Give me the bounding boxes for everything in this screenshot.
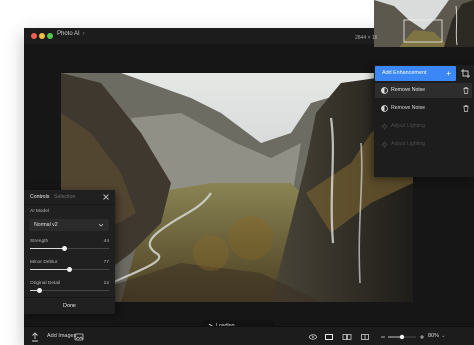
tab-selection[interactable]: Selection	[54, 190, 75, 204]
close-icon[interactable]	[102, 193, 110, 201]
done-button[interactable]: Done	[24, 297, 115, 314]
zoom-level[interactable]: 80% ⌄	[428, 330, 446, 342]
ai-model-label: AI Model	[30, 209, 49, 214]
zoom-in-icon[interactable]	[417, 330, 427, 342]
navigator-thumbnail[interactable]	[374, 0, 474, 47]
bottom-toolbar: Add Images 80% ⌄	[24, 326, 474, 345]
chevron-right-icon[interactable]: ›	[83, 31, 85, 37]
split-view-icon[interactable]	[360, 330, 370, 342]
enhancement-item-adjust-lighting-1: Adjust Lighting	[375, 119, 472, 134]
chevron-down-icon	[98, 223, 104, 227]
single-view-icon[interactable]	[324, 330, 334, 342]
minimize-window-button[interactable]	[39, 33, 45, 39]
enhancement-panel: Add Enhancement + Remove Noise Remove No…	[374, 65, 474, 177]
sun-icon	[381, 141, 388, 148]
add-enhancement-button[interactable]: Add Enhancement +	[375, 66, 456, 81]
image-icon[interactable]	[74, 330, 84, 342]
ai-model-select[interactable]: Normal v2	[29, 219, 109, 231]
sun-icon	[381, 123, 388, 130]
tab-controls[interactable]: Controls	[30, 190, 49, 204]
crop-icon[interactable]	[460, 68, 471, 79]
side-by-side-icon[interactable]	[342, 330, 352, 342]
controls-tabs: Controls Selection	[24, 190, 115, 205]
enhancement-label: Remove Noise	[391, 87, 426, 93]
maximize-window-button[interactable]	[47, 33, 53, 39]
enhancement-label: Adjust Lighting	[391, 141, 426, 147]
thumbnail-image	[374, 0, 474, 47]
enhancement-label: Remove Noise	[391, 105, 426, 111]
app-title: Photo AI ›	[57, 31, 85, 37]
strength-value: 44	[103, 239, 109, 244]
strength-slider[interactable]	[30, 246, 109, 251]
enhancement-item-remove-noise-2[interactable]: Remove Noise	[375, 101, 472, 116]
minor-deblur-label: Minor Deblur	[30, 260, 58, 265]
eye-icon[interactable]	[308, 330, 318, 342]
half-circle-icon	[381, 105, 388, 112]
zoom-level-value: 80%	[428, 333, 440, 339]
image-resolution: 2844 × 18	[355, 35, 378, 41]
plus-icon: +	[446, 69, 451, 78]
original-detail-slider[interactable]	[30, 288, 109, 293]
original-detail-value: 12	[103, 281, 109, 286]
app-title-text: Photo AI	[57, 31, 80, 37]
minor-deblur-slider[interactable]	[30, 267, 109, 272]
add-enhancement-label: Add Enhancement	[382, 70, 427, 76]
add-images-button[interactable]: Add Images	[47, 330, 76, 342]
trash-icon[interactable]	[463, 87, 469, 94]
minor-deblur-value: 77	[103, 260, 109, 265]
chevron-down-icon: ⌄	[441, 333, 446, 339]
zoom-slider[interactable]	[388, 330, 416, 342]
zoom-out-icon[interactable]	[378, 330, 388, 342]
enhancement-item-remove-noise-1[interactable]: Remove Noise	[375, 83, 472, 98]
close-window-button[interactable]	[31, 33, 37, 39]
upload-icon[interactable]	[30, 330, 40, 342]
trash-icon[interactable]	[463, 105, 469, 112]
controls-panel: Controls Selection AI Model Normal v2 St…	[24, 190, 115, 314]
strength-label: Strength	[30, 239, 49, 244]
ai-model-value: Normal v2	[34, 222, 58, 228]
half-circle-icon	[381, 87, 388, 94]
enhancement-label: Adjust Lighting	[391, 123, 426, 129]
enhancement-item-adjust-lighting-2: Adjust Lighting	[375, 137, 472, 152]
original-detail-label: Original Detail	[30, 281, 61, 286]
